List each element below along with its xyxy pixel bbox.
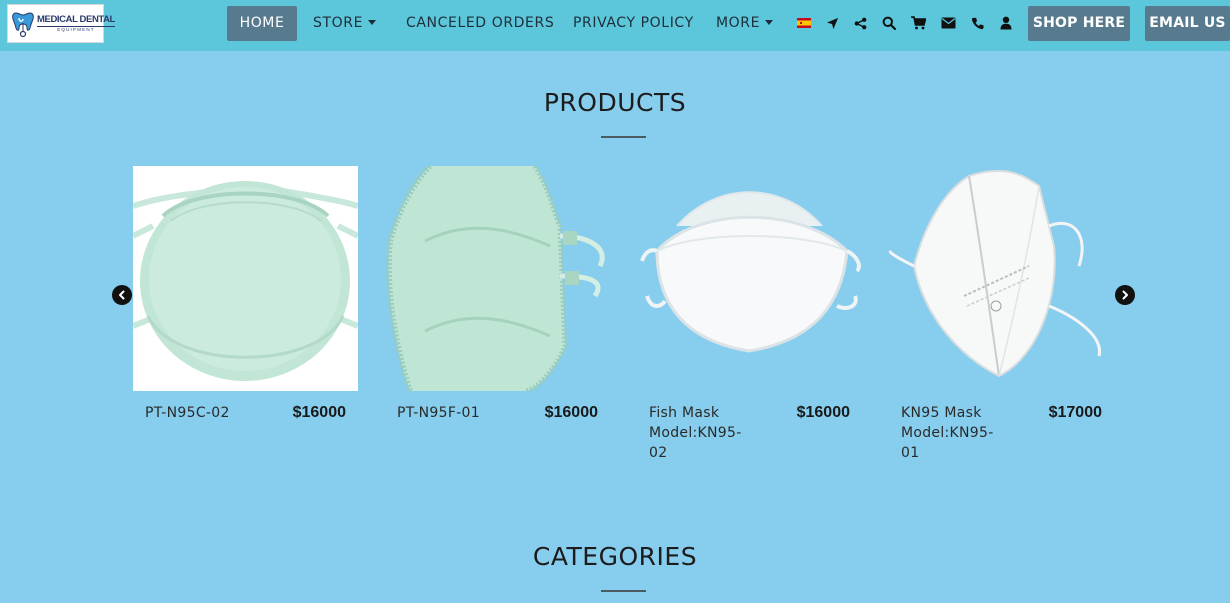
product-image-kn95-mask[interactable] [889,166,1114,391]
product-price: $17000 [1048,404,1102,421]
spain-flag-icon[interactable] [796,15,812,31]
products-divider [601,136,646,138]
logo-subtitle: EQUIPMENT [37,26,115,33]
product-image-cup-mask[interactable] [133,166,358,391]
product-name[interactable]: Fish Mask Model:KN95-02 [649,403,759,463]
phone-icon[interactable] [969,15,985,31]
product-image-folded-mask[interactable] [385,166,610,391]
shop-here-button[interactable]: SHOP HERE [1028,6,1130,41]
product-price: $16000 [544,404,598,421]
user-icon[interactable] [998,15,1014,31]
location-arrow-icon[interactable] [824,15,840,31]
carousel-next-arrow-icon[interactable] [1115,285,1135,305]
categories-divider [601,590,646,592]
product-price: $16000 [796,404,850,421]
carousel-prev-arrow-icon[interactable] [112,285,132,305]
nav-privacy-policy[interactable]: PRIVACY POLICY [573,6,694,41]
nav-canceled-orders[interactable]: CANCELED ORDERS [406,6,554,41]
top-navbar: MEDICAL DENTAL EQUIPMENT HOME STORE CANC… [0,0,1230,51]
nav-more-label: MORE [716,15,761,31]
product-name[interactable]: KN95 Mask Model:KN95-01 [901,403,1011,463]
categories-title: CATEGORIES [532,542,698,571]
nav-home[interactable]: HOME [227,6,297,41]
nav-store[interactable]: STORE [313,6,377,41]
caret-down-icon [765,20,774,25]
site-logo[interactable]: MEDICAL DENTAL EQUIPMENT [7,4,115,43]
products-title: PRODUCTS [543,88,687,117]
product-name[interactable]: PT-N95F-01 [397,403,527,423]
envelope-icon[interactable] [940,15,956,31]
nav-more[interactable]: MORE [716,6,774,41]
cart-icon[interactable] [910,15,926,31]
email-us-button[interactable]: EMAIL US [1145,6,1230,41]
product-image-fish-mask[interactable] [637,166,862,391]
search-icon[interactable] [881,15,897,31]
share-icon[interactable] [852,15,868,31]
logo-title: MEDICAL DENTAL [37,13,115,25]
product-name[interactable]: PT-N95C-02 [145,403,275,423]
caret-down-icon [368,20,377,25]
tooth-stethoscope-icon [12,11,34,37]
product-price: $16000 [292,404,346,421]
nav-store-label: STORE [313,15,364,31]
